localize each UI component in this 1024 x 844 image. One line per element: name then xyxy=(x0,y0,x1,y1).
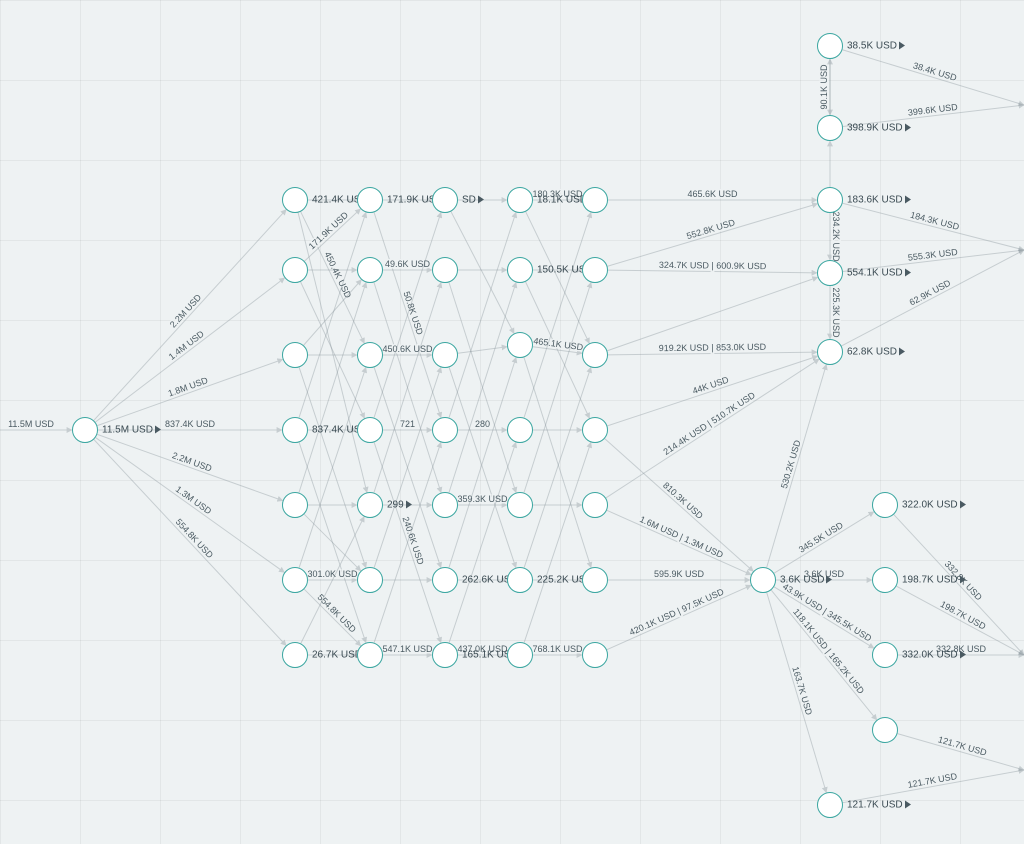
graph-node[interactable] xyxy=(282,492,308,518)
graph-node[interactable] xyxy=(282,642,308,668)
graph-node[interactable] xyxy=(357,342,383,368)
graph-node[interactable] xyxy=(582,187,608,213)
graph-node[interactable] xyxy=(582,642,608,668)
graph-node[interactable] xyxy=(282,417,308,443)
graph-node[interactable] xyxy=(507,332,533,358)
graph-node[interactable] xyxy=(872,567,898,593)
graph-node[interactable] xyxy=(817,187,843,213)
graph-node[interactable] xyxy=(817,339,843,365)
graph-node[interactable] xyxy=(507,567,533,593)
graph-node[interactable] xyxy=(872,492,898,518)
graph-node[interactable] xyxy=(507,417,533,443)
graph-node[interactable] xyxy=(357,417,383,443)
graph-node[interactable] xyxy=(357,492,383,518)
graph-node[interactable] xyxy=(282,567,308,593)
graph-node[interactable] xyxy=(507,187,533,213)
graph-node[interactable] xyxy=(582,257,608,283)
graph-node[interactable] xyxy=(357,257,383,283)
graph-node[interactable] xyxy=(817,115,843,141)
graph-node[interactable] xyxy=(282,342,308,368)
graph-node[interactable] xyxy=(750,567,776,593)
graph-node[interactable] xyxy=(357,567,383,593)
graph-node[interactable] xyxy=(872,717,898,743)
graph-node[interactable] xyxy=(357,642,383,668)
graph-node[interactable] xyxy=(432,342,458,368)
graph-node[interactable] xyxy=(432,257,458,283)
graph-node[interactable] xyxy=(582,492,608,518)
graph-node[interactable] xyxy=(72,417,98,443)
graph-node[interactable] xyxy=(432,642,458,668)
graph-node[interactable] xyxy=(817,260,843,286)
graph-node[interactable] xyxy=(582,417,608,443)
graph-node[interactable] xyxy=(432,417,458,443)
graph-node[interactable] xyxy=(817,792,843,818)
graph-node[interactable] xyxy=(282,187,308,213)
graph-node[interactable] xyxy=(872,642,898,668)
graph-node[interactable] xyxy=(432,187,458,213)
graph-node[interactable] xyxy=(582,567,608,593)
graph-node[interactable] xyxy=(432,567,458,593)
graph-node[interactable] xyxy=(432,492,458,518)
graph-node[interactable] xyxy=(507,257,533,283)
graph-node[interactable] xyxy=(817,33,843,59)
graph-node[interactable] xyxy=(582,342,608,368)
graph-node[interactable] xyxy=(282,257,308,283)
graph-node[interactable] xyxy=(357,187,383,213)
graph-node[interactable] xyxy=(507,642,533,668)
graph-node[interactable] xyxy=(507,492,533,518)
